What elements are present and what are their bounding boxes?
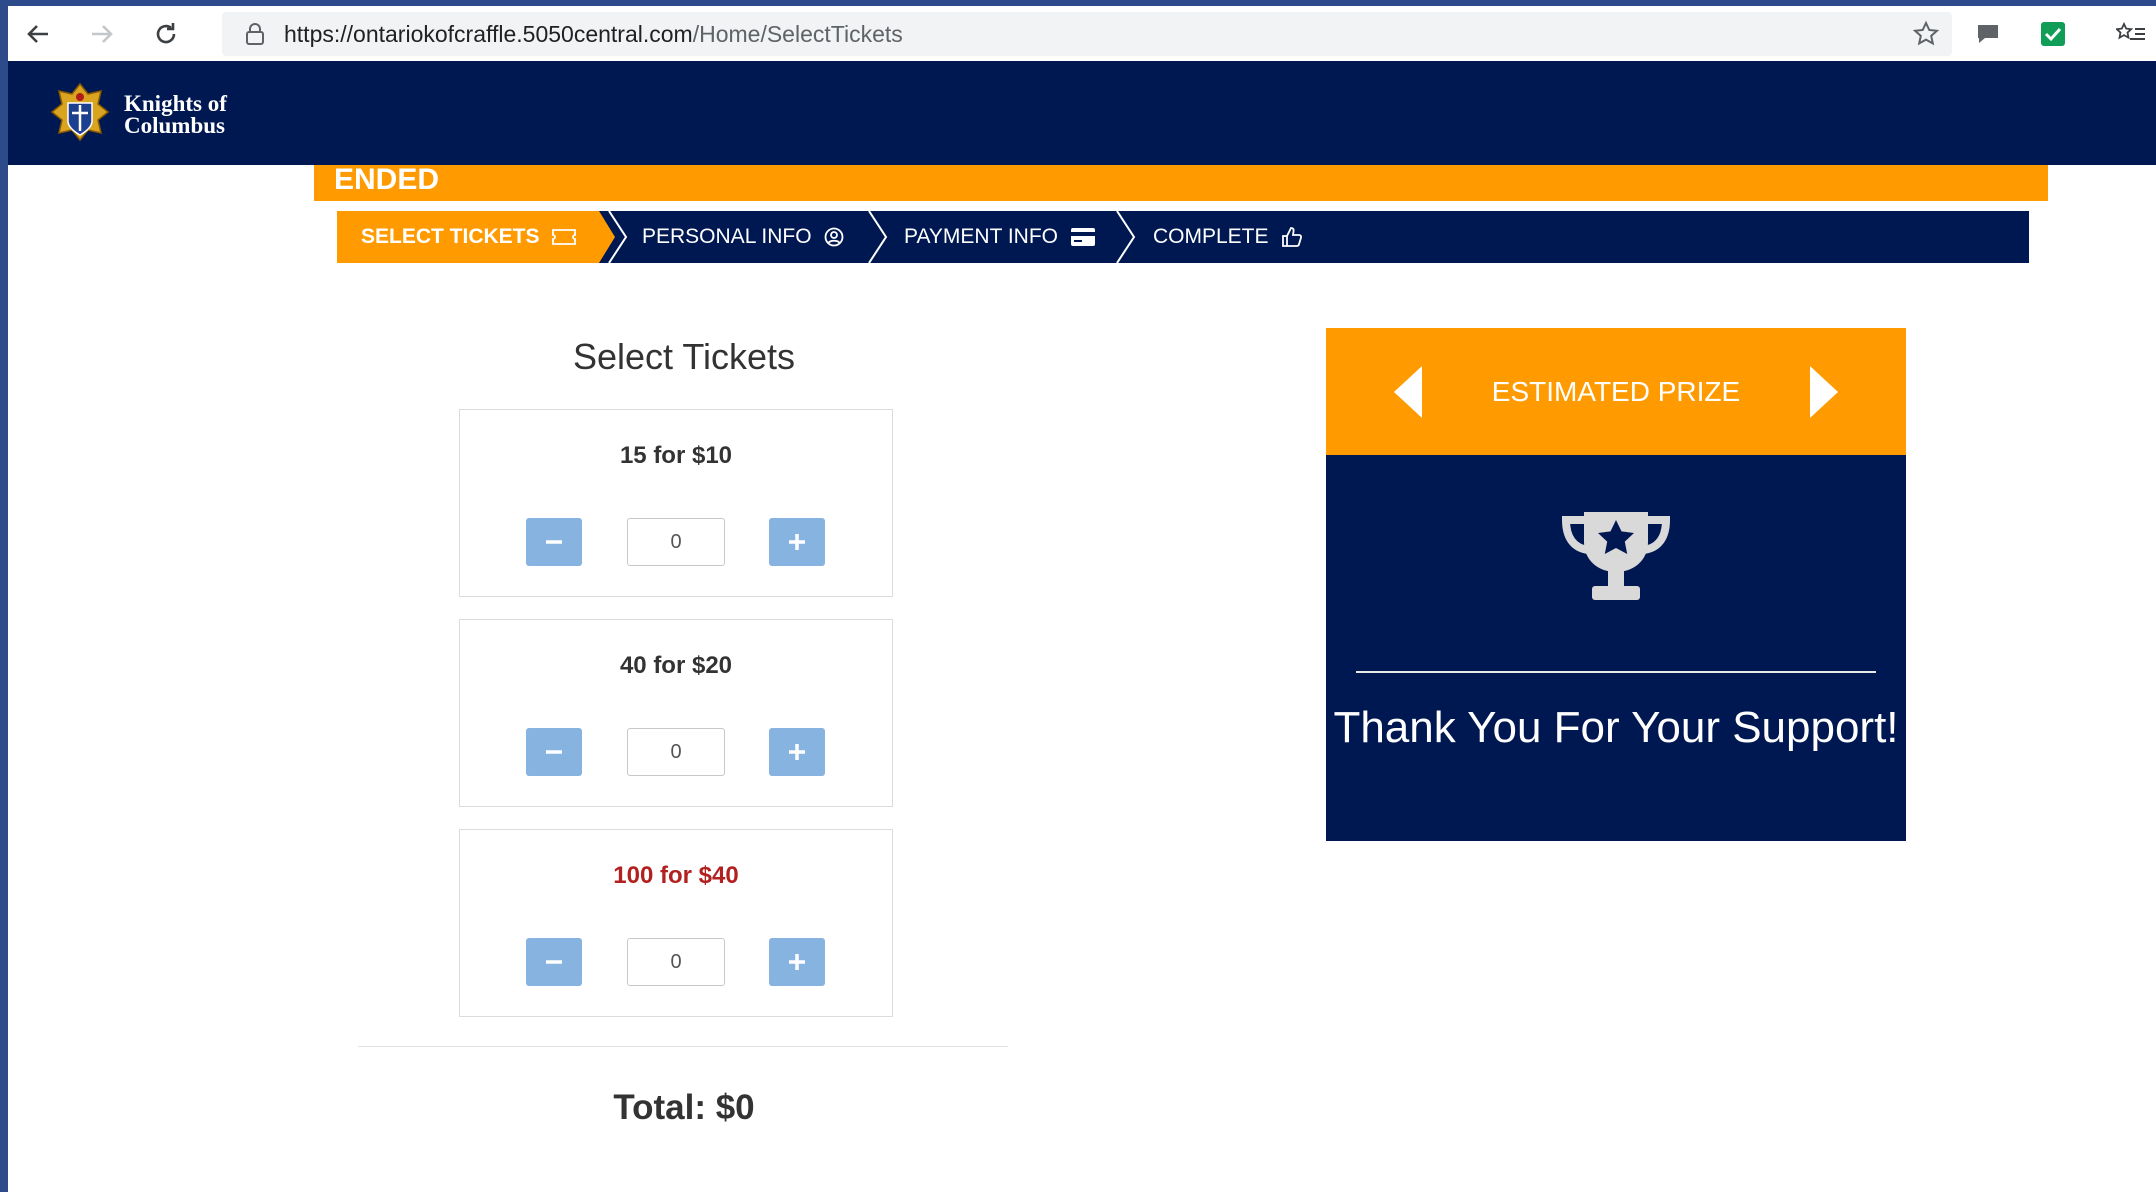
back-button[interactable] xyxy=(18,14,58,54)
credit-card-icon xyxy=(1070,227,1096,247)
reading-list-icon[interactable] xyxy=(2116,19,2146,49)
ticket-option-card: 40 for $20 xyxy=(459,619,893,807)
arrow-left-icon xyxy=(27,25,48,43)
brand-name: Knights of Columbus xyxy=(124,91,227,138)
order-total: Total: $0 xyxy=(613,1088,755,1127)
brand-name-line2: Columbus xyxy=(124,113,225,138)
browser-toolbar: https://ontariokofcraffle.5050central.co… xyxy=(8,6,2156,61)
estimated-prize-panel: ESTIMATED PRIZE Thank You For Your Suppo… xyxy=(1326,328,1906,841)
extension-chat-icon[interactable] xyxy=(1973,19,2003,49)
quantity-input[interactable] xyxy=(627,728,725,776)
step-label: PERSONAL INFO xyxy=(642,225,812,248)
ticket-option-card: 15 for $10 xyxy=(459,409,893,597)
step-separator-icon xyxy=(1116,211,1136,263)
site-header: Knights of Columbus xyxy=(8,61,2156,165)
forward-button[interactable] xyxy=(82,14,122,54)
decrease-quantity-button[interactable] xyxy=(526,728,582,776)
step-separator-icon xyxy=(608,211,628,263)
knights-of-columbus-emblem-icon xyxy=(50,82,110,142)
url-host: https://ontariokofcraffle.5050central.co… xyxy=(284,20,693,47)
browser-window: https://ontariokofcraffle.5050central.co… xyxy=(8,6,2156,1192)
ticket-option-card: 100 for $40 xyxy=(459,829,893,1017)
quantity-input[interactable] xyxy=(627,518,725,566)
minus-icon xyxy=(546,750,562,754)
select-tickets-heading: Select Tickets xyxy=(572,336,796,377)
step-separator-icon xyxy=(868,211,888,263)
url-path: /Home/SelectTickets xyxy=(692,20,903,47)
thank-you-message: Thank You For Your Support! xyxy=(1333,703,1899,752)
ticket-icon xyxy=(551,228,576,246)
ticket-option-label: 100 for $40 xyxy=(613,862,739,889)
arrow-right-icon xyxy=(92,25,113,43)
increase-quantity-button[interactable] xyxy=(769,728,825,776)
step-select-tickets[interactable]: SELECT TICKETS xyxy=(337,211,599,263)
brand-name-line1: Knights of xyxy=(124,91,227,116)
plus-icon xyxy=(789,954,805,970)
divider xyxy=(1356,671,1876,673)
minus-icon xyxy=(546,540,562,544)
caret-left-icon[interactable] xyxy=(1388,364,1428,420)
ticket-option-label: 15 for $10 xyxy=(619,442,733,469)
decrease-quantity-button[interactable] xyxy=(526,938,582,986)
decrease-quantity-button[interactable] xyxy=(526,518,582,566)
reload-button[interactable] xyxy=(146,14,186,54)
address-bar[interactable]: https://ontariokofcraffle.5050central.co… xyxy=(222,12,1952,56)
status-banner-text: ENDED xyxy=(334,165,440,196)
ticket-option-label: 40 for $20 xyxy=(619,652,733,679)
thumbs-up-icon xyxy=(1281,226,1303,248)
increase-quantity-button[interactable] xyxy=(769,938,825,986)
step-payment-info[interactable]: PAYMENT INFO xyxy=(904,211,1096,263)
divider xyxy=(358,1046,1008,1047)
step-personal-info[interactable]: PERSONAL INFO xyxy=(642,211,844,263)
lock-icon xyxy=(242,21,268,47)
increase-quantity-button[interactable] xyxy=(769,518,825,566)
extension-check-icon[interactable] xyxy=(2038,19,2068,49)
brand-logo[interactable]: Knights of Columbus xyxy=(46,81,227,149)
step-label: SELECT TICKETS xyxy=(361,225,540,248)
trophy-icon xyxy=(1561,512,1671,600)
step-label: PAYMENT INFO xyxy=(904,225,1059,248)
url-text: https://ontariokofcraffle.5050central.co… xyxy=(284,21,903,48)
bookmark-star-icon[interactable] xyxy=(1912,20,1940,48)
caret-right-icon[interactable] xyxy=(1804,364,1844,420)
step-label: COMPLETE xyxy=(1153,225,1269,248)
plus-icon xyxy=(789,744,805,760)
quantity-input[interactable] xyxy=(627,938,725,986)
reload-icon xyxy=(156,23,176,44)
minus-icon xyxy=(546,960,562,964)
status-banner: ENDED xyxy=(314,165,2048,201)
user-circle-icon xyxy=(824,227,844,247)
prize-panel-header: ESTIMATED PRIZE xyxy=(1326,328,1906,455)
plus-icon xyxy=(789,534,805,550)
step-complete[interactable]: COMPLETE xyxy=(1153,211,1303,263)
checkout-steps: SELECT TICKETS PERSONAL INFO PAYMENT INF… xyxy=(337,211,2029,263)
